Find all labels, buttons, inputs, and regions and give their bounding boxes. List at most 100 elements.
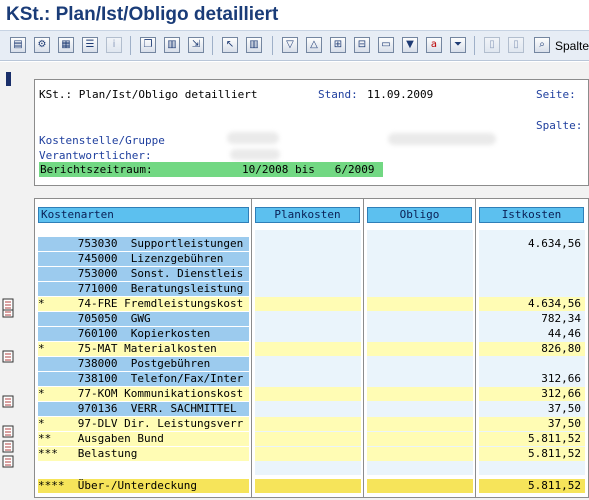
header-obligo[interactable]: Obligo [367,207,472,223]
column-divider [251,198,252,498]
columns-icon[interactable]: ▥ [246,37,262,53]
settings-icon[interactable]: ⚙ [34,37,50,53]
spalte-button[interactable]: Spalte [555,39,589,53]
toolbar: ▤ ⚙ ▦ ☰ i ❐ ▥ ⇲ ↖ ▥ ▽ △ ⊞ ⊟ ▭ ▼ a ⏷ ▯ ▯ … [0,31,589,61]
row-istkosten[interactable]: 4.634,56 [479,237,585,251]
stand-value: 11.09.2009 [367,88,434,101]
row-obligo [367,297,473,311]
berichtszeitraum-value: 10/2008 bis 6/2009 [242,163,375,176]
sort-desc-icon[interactable]: ▽ [282,37,298,53]
table-row-label[interactable]: 705050 GWG [38,312,249,326]
row-obligo [367,447,473,461]
spalte-label: Spalte: [536,119,583,132]
table-row-label[interactable]: * 74-FRE Fremdleistungskost [38,297,249,311]
toolbar-separator [474,36,475,55]
redacted-value [227,132,279,144]
total-obligo [367,479,473,493]
row-istkosten[interactable] [479,267,585,281]
table-row-label[interactable]: ** Ausgaben Bund [38,432,249,446]
info-icon[interactable]: i [106,37,122,53]
total-istkosten[interactable]: 5.811,52 [479,479,585,493]
row-istkosten[interactable]: 826,80 [479,342,585,356]
row-istkosten[interactable]: 44,46 [479,327,585,341]
redacted-value [388,133,496,145]
doc-icon[interactable]: ▯ [484,37,500,53]
row-obligo [367,342,473,356]
export-icon[interactable]: ⇲ [188,37,204,53]
list-icon[interactable]: ☰ [82,37,98,53]
row-istkosten[interactable]: 5.811,52 [479,447,585,461]
table-row-label[interactable]: * 77-KOM Kommunikationskost [38,387,249,401]
stand-label: Stand: [318,88,358,101]
column-divider [475,198,476,498]
binoculars-icon[interactable]: ⌕ [534,37,550,53]
expand-icon[interactable]: ⊞ [330,37,346,53]
header-kostenarten[interactable]: Kostenarten [38,207,249,223]
total-plankosten [255,479,361,493]
selection-marker[interactable] [6,72,11,86]
hierarchy-icon[interactable]: ▤ [10,37,26,53]
drilldown-icon[interactable] [2,393,16,408]
row-obligo [367,432,473,446]
column-divider [363,198,364,498]
row-istkosten[interactable]: 4.634,56 [479,297,585,311]
row-istkosten[interactable]: 782,34 [479,312,585,326]
drilldown-icon[interactable] [2,348,16,363]
filter-icon[interactable]: ▭ [378,37,394,53]
table-row-label[interactable]: * 75-MAT Materialkosten [38,342,249,356]
report-header-title: KSt.: Plan/Ist/Obligo detailliert [39,88,258,101]
header-plankosten[interactable]: Plankosten [255,207,360,223]
row-plankosten [255,447,361,461]
header-istkosten[interactable]: Istkosten [479,207,584,223]
row-istkosten[interactable] [479,282,585,296]
table-row-label[interactable]: 738000 Postgebühren [38,357,249,371]
verantwortlicher-label: Verantwortlicher: [39,149,152,162]
drilldown-icon[interactable] [2,453,16,468]
row-obligo [367,387,473,401]
row-istkosten[interactable]: 312,66 [479,372,585,386]
table-row-label[interactable]: 745000 Lizenzgebühren [38,252,249,266]
table-row-label[interactable]: 753030 Supportleistungen [38,237,249,251]
sort-asc-icon[interactable]: △ [306,37,322,53]
total-row-label[interactable]: **** Über-/Unterdeckung [38,479,249,493]
abc-icon[interactable]: a [426,37,442,53]
row-istkosten[interactable] [479,357,585,371]
redacted-value [230,149,280,160]
row-plankosten [255,342,361,356]
cursor-icon[interactable]: ↖ [222,37,238,53]
drilldown-icon[interactable] [2,423,16,438]
table-row-label[interactable]: 970136 VERR. SACHMITTEL [38,402,249,416]
berichtszeitraum-label: Berichtszeitraum: [40,163,153,176]
toolbar-separator [130,36,131,55]
window-title: KSt.: Plan/Ist/Obligo detailliert [0,0,589,30]
kostenstelle-label: Kostenstelle/Gruppe [39,134,165,147]
collapse-icon[interactable]: ⊟ [354,37,370,53]
row-istkosten[interactable]: 37,50 [479,402,585,416]
table-row-label[interactable]: 753000 Sonst. Dienstleis [38,267,249,281]
row-istkosten[interactable] [479,252,585,266]
table-row-label[interactable]: 771000 Beratungsleistung [38,282,249,296]
sort-icon[interactable]: ▼ [402,37,418,53]
row-plankosten [255,387,361,401]
toolbar-separator [212,36,213,55]
row-plankosten [255,297,361,311]
table-row-label[interactable]: *** Belastung [38,447,249,461]
drilldown-icon[interactable] [2,296,16,311]
row-plankosten [255,417,361,431]
copy-icon[interactable]: ❐ [140,37,156,53]
row-plankosten [255,432,361,446]
row-istkosten[interactable]: 5.811,52 [479,432,585,446]
row-obligo [367,417,473,431]
doc2-icon[interactable]: ▯ [508,37,524,53]
table-row-label[interactable]: 738100 Telefon/Fax/Inter [38,372,249,386]
table-row-label[interactable]: 760100 Kopierkosten [38,327,249,341]
table-row-label[interactable]: * 97-DLV Dir. Leistungsverr [38,417,249,431]
row-istkosten[interactable]: 312,66 [479,387,585,401]
row-istkosten[interactable]: 37,50 [479,417,585,431]
drilldown-icon[interactable] [2,438,16,453]
toolbar-separator [272,36,273,55]
grid-icon[interactable]: ▦ [58,37,74,53]
chart-icon[interactable]: ▥ [164,37,180,53]
seite-label: Seite: [536,88,576,101]
funnel-icon[interactable]: ⏷ [450,37,466,53]
